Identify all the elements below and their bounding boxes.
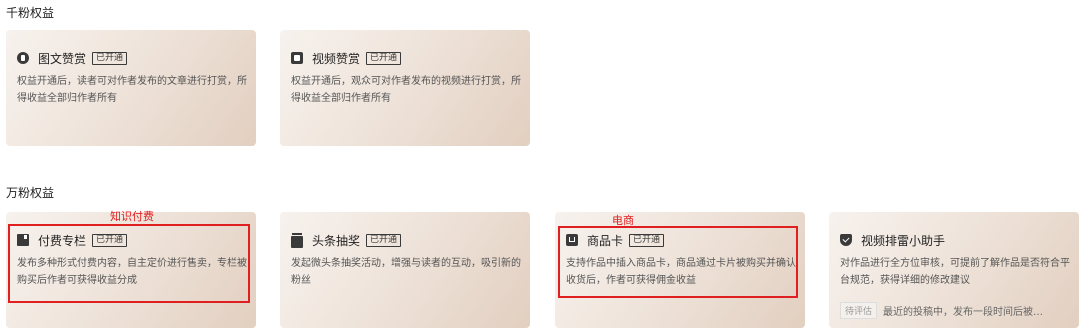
- status-badge: 已开通: [366, 51, 402, 65]
- shield-check-icon: [840, 234, 852, 246]
- benefit-card-article-reward[interactable]: 图文赞赏 已开通 权益开通后，读者可对作者发布的文章进行打赏，所得收益全部归作者…: [6, 30, 256, 146]
- video-icon: [291, 52, 303, 64]
- section-title-thousand-fans: 千粉权益: [6, 6, 55, 20]
- annotation-box-ecommerce: [558, 226, 798, 298]
- annotation-label-knowledge-paid: 知识付费: [110, 210, 154, 223]
- status-badge: 已开通: [92, 51, 128, 65]
- benefit-card-lottery[interactable]: 头条抽奖 已开通 发起微头条抽奖活动，增强与读者的互动，吸引新的粉丝: [280, 212, 530, 328]
- status-badge: 已开通: [366, 233, 402, 247]
- card-description: 发起微头条抽奖活动，增强与读者的互动，吸引新的粉丝: [291, 258, 521, 286]
- card-title: 视频赞赏: [312, 51, 361, 66]
- card-description: 对作品进行全方位审核，可提前了解作品是否符合平台规范，获得详细的修改建议: [840, 258, 1070, 286]
- benefit-card-video-reward[interactable]: 视频赞赏 已开通 权益开通后，观众可对作者发布的视频进行打赏，所得收益全部归作者…: [280, 30, 530, 146]
- card-title: 视频排雷小助手: [861, 233, 946, 248]
- annotation-box-knowledge-paid: [8, 224, 250, 303]
- card-title: 图文赞赏: [38, 51, 87, 66]
- pending-tag: 待评估: [840, 302, 878, 319]
- card-title: 头条抽奖: [312, 233, 361, 248]
- card-description: 权益开通后，观众可对作者发布的视频进行打赏，所得收益全部归作者所有: [291, 76, 521, 104]
- lottery-icon: [291, 232, 303, 248]
- thumb-up-icon: [17, 52, 29, 64]
- review-status-text: 最近的投稿中，发布一段时间后被…: [883, 307, 1044, 318]
- section-title-ten-thousand-fans: 万粉权益: [6, 186, 55, 200]
- benefit-card-video-review-assistant[interactable]: 视频排雷小助手 对作品进行全方位审核，可提前了解作品是否符合平台规范，获得详细的…: [829, 212, 1079, 328]
- card-description: 权益开通后，读者可对作者发布的文章进行打赏，所得收益全部归作者所有: [17, 76, 247, 104]
- review-status-row: 待评估 最近的投稿中，发布一段时间后被…: [840, 302, 1043, 319]
